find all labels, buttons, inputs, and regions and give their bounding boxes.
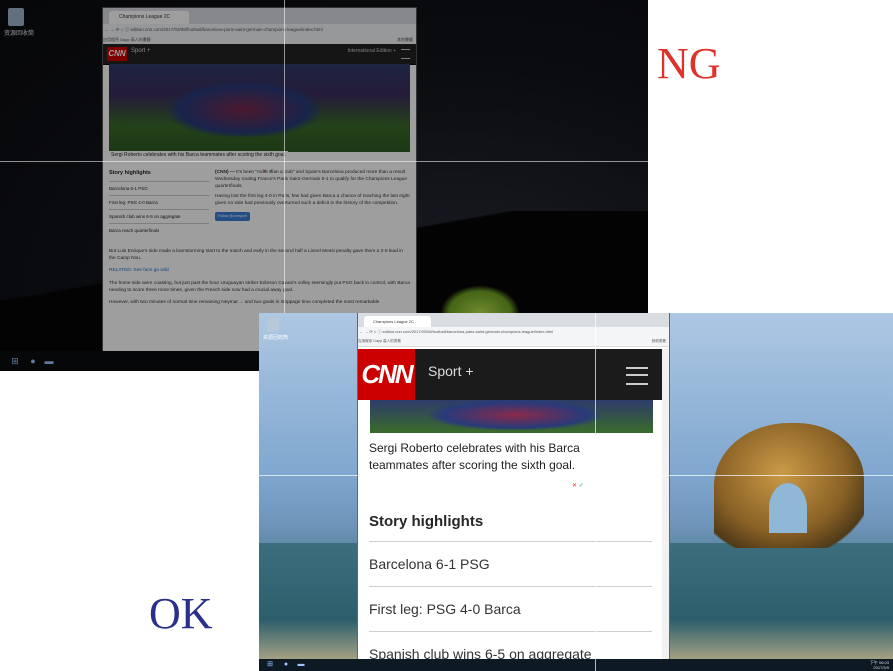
system-clock[interactable]: 下午 06:03 2017/3/9 [870, 660, 889, 670]
taskbar: ⊞ ● ▬ 下午 06:03 2017/3/9 [259, 659, 893, 671]
highlight-item: Barcelona 6-1 PSG [369, 541, 652, 586]
recycle-bin-icon[interactable] [267, 318, 279, 332]
lead-paragraph: It's been "more than a club" and Spain's… [215, 170, 408, 189]
players-celebrating [169, 82, 319, 137]
ng-label: NG [657, 39, 721, 88]
crosshair-vertical [595, 313, 596, 671]
tab-bar: Champions League 2C [358, 313, 669, 327]
address-bar[interactable]: ← → ⟳ ⌂ ⓘ edition.cnn.com/2017/03/08/foo… [103, 24, 416, 35]
cnn-logo[interactable]: CNN [107, 47, 127, 61]
article-body: But Luis Enrique's side made a barnstorm… [109, 248, 410, 311]
bookmarks-left[interactable]: 应用程序 Dapp 高人的書籤 [103, 37, 151, 42]
highlights-title: Story highlights [109, 170, 151, 176]
start-icon[interactable]: ⊞ [10, 356, 20, 366]
photo-caption: Sergi Roberto celebrates with his Barca … [109, 151, 289, 159]
start-icon[interactable]: ⊞ [265, 660, 275, 670]
explorer-icon[interactable]: ▬ [44, 356, 54, 366]
follow-button[interactable]: Follow @cnnsport [215, 211, 250, 221]
recycle-bin-icon[interactable] [8, 8, 24, 26]
article-photo [109, 64, 410, 152]
address-text: edition.cnn.com/2017/03/08/football/barc… [382, 329, 554, 334]
article-lead: (CNN) — It's been "more than a club" and… [215, 170, 410, 221]
highlight-item: Spanish club wins 6-5 on aggregate [109, 209, 209, 223]
hamburger-menu-bar [626, 374, 648, 376]
reject-icon[interactable]: ✕ [572, 483, 577, 489]
body-paragraph: But Luis Enrique's side made a barnstorm… [109, 249, 403, 262]
crosshair-horizontal [259, 475, 893, 476]
highlight-item: Barca reach quarterfinals [109, 223, 209, 237]
accept-icon[interactable]: ✓ [579, 483, 584, 489]
story-highlights: Story highlights Barcelona 6-1 PSG First… [109, 170, 209, 237]
hamburger-menu-icon[interactable] [626, 367, 648, 385]
chrome-icon[interactable]: ● [28, 356, 38, 366]
dateline: (CNN) — [215, 170, 235, 175]
related-link[interactable]: RELATED: See fans go wild [109, 267, 410, 274]
chrome-icon[interactable]: ● [281, 660, 291, 670]
tab-title: Champions League 2C [373, 319, 414, 324]
story-highlights: Barcelona 6-1 PSG First leg: PSG 4-0 Bar… [369, 541, 652, 659]
tab-bar: Champions League 2C [103, 8, 416, 24]
bookmarks-other[interactable]: 其他書籤 [397, 35, 413, 44]
clock-date: 2017/3/9 [873, 665, 889, 670]
ok-label: OK [149, 589, 213, 638]
ok-screenshot: 资源回收筒 Champions League 2C ← → ⟳ ⌂ ⓘ edit… [259, 313, 893, 671]
body-paragraph: The home side were coasting, but just pa… [109, 280, 410, 293]
highlights-title: Story highlights [369, 513, 484, 530]
cnn-header: CNN Sport + International Edition + [103, 44, 416, 65]
cnn-logo[interactable]: CNN [358, 349, 415, 400]
address-text: edition.cnn.com/2017/03/08/football/barc… [130, 27, 323, 32]
tab-title: Champions League 2C [119, 14, 171, 20]
nav-icons[interactable]: ← → ⟳ ⌂ ⓘ [358, 329, 382, 334]
browser-tab[interactable]: Champions League 2C [109, 11, 189, 24]
recycle-bin-label: 资源回收筒 [263, 335, 289, 341]
scrollbar[interactable] [662, 349, 669, 659]
browser-tab[interactable]: Champions League 2C [364, 316, 431, 327]
article-photo [370, 400, 653, 433]
body-paragraph: However, with two minutes of normal time… [109, 300, 380, 306]
browser-window[interactable]: Champions League 2C ← → ⟳ ⌂ ⓘ edition.cn… [103, 8, 416, 358]
recycle-bin-label: 资源回收筒 [4, 31, 35, 37]
nav-icons[interactable]: ← → ⟳ ⌂ ⓘ [103, 27, 131, 32]
highlight-item: First leg: PSG 4-0 Barca [109, 195, 209, 209]
bookmarks-left[interactable]: 应用程序 Dapp 高人的書籤 [358, 339, 401, 343]
highlight-item: First leg: PSG 4-0 Barca [369, 586, 652, 631]
section-menu[interactable]: Sport + [131, 48, 151, 54]
review-controls: ✕ ✓ [569, 482, 587, 489]
photo-caption: Sergi Roberto celebrates with his Barca … [366, 438, 598, 476]
players-celebrating [430, 400, 600, 430]
hamburger-menu-icon[interactable] [401, 49, 410, 59]
highlight-item: Barcelona 6-1 PSG [109, 181, 209, 195]
rock-arch-opening [769, 483, 807, 533]
bookmarks-other[interactable]: 其他書籤 [652, 337, 666, 346]
section-menu[interactable]: Sport + [428, 363, 474, 379]
crosshair-horizontal [0, 161, 648, 162]
cnn-header: CNN Sport + [358, 349, 662, 400]
explorer-icon[interactable]: ▬ [296, 660, 306, 670]
address-bar[interactable]: ← → ⟳ ⌂ ⓘ edition.cnn.com/2017/03/08/foo… [358, 327, 669, 337]
edition-menu[interactable]: International Edition + [347, 48, 396, 54]
highlight-item: Spanish club wins 6-5 on aggregate [369, 631, 652, 659]
browser-window[interactable]: Champions League 2C ← → ⟳ ⌂ ⓘ edition.cn… [358, 313, 669, 659]
bookmarks-bar: 应用程序 Dapp 高人的書籤 其他書籤 [358, 337, 669, 347]
second-paragraph: Having lost the first leg 4-0 in Paris, … [215, 194, 410, 207]
